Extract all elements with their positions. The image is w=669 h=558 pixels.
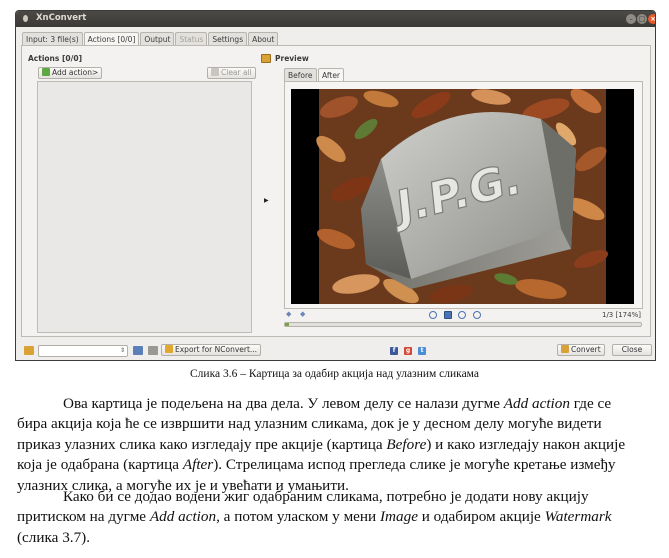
tab-output[interactable]: Output: [140, 32, 175, 46]
text-line: Ова картица је подељена на два дела. У л…: [17, 394, 657, 414]
splitter-arrow-icon[interactable]: ▶: [264, 197, 269, 204]
text-line: притиском на дугме Add action, а потом у…: [17, 507, 657, 527]
delete-preset-icon[interactable]: [148, 346, 158, 355]
clear-all-label: Clear all: [221, 68, 252, 77]
title-bar: XnConvert – □ ×: [16, 11, 655, 27]
fit-icon[interactable]: [444, 311, 452, 319]
window-menu-icon[interactable]: [23, 15, 28, 22]
text-run: , а потом уласком у мени: [216, 508, 380, 526]
figure-caption: Слика 3.6 – Картица за одабир акција над…: [190, 368, 479, 380]
text-run: ) и како изгледају након акције: [426, 435, 626, 453]
xnconvert-window: XnConvert – □ × Input: 3 file(s) Actions…: [15, 10, 656, 361]
preview-progress-bar: [284, 322, 642, 327]
text-run: и одабиром акције: [417, 508, 545, 526]
tab-before[interactable]: Before: [284, 68, 317, 81]
clear-icon: [211, 68, 219, 76]
text-run: бира акција која ће се извршити над улаз…: [17, 415, 602, 433]
export-label: Export for NConvert...: [175, 345, 258, 354]
add-action-button[interactable]: Add action>: [38, 67, 103, 79]
text-line: Како би се додао водени жиг одабраним сл…: [17, 487, 657, 507]
convert-icon: [561, 345, 569, 353]
preset-icon[interactable]: [24, 346, 34, 355]
italic-term: After: [182, 456, 214, 474]
google-plus-icon[interactable]: g: [404, 347, 412, 355]
text-run: Како би се додао водени жиг одабраним сл…: [63, 488, 589, 505]
preview-title: Preview: [275, 54, 309, 63]
export-icon: [165, 345, 173, 353]
text-run: приказ улазних слика како изгледају пре …: [17, 435, 387, 453]
text-line: која је одабрана (картица After). Стрели…: [17, 455, 657, 475]
add-action-label: Add action>: [52, 68, 99, 77]
paragraph-1: Ова картица је подељена на два дела. У л…: [17, 394, 657, 496]
minimize-button[interactable]: –: [626, 14, 636, 24]
zoom-icon[interactable]: [458, 311, 466, 319]
tab-about[interactable]: About: [248, 32, 279, 46]
twitter-icon[interactable]: t: [418, 347, 426, 355]
close-button[interactable]: Close: [612, 344, 652, 356]
text-run: где се: [569, 395, 612, 412]
preview-icon: [261, 54, 271, 63]
italic-term: Before: [386, 435, 427, 453]
text-run: која је одабрана (картица: [17, 456, 183, 474]
text-run: Ова картица је подељена на два дела. У л…: [63, 395, 504, 412]
tab-status[interactable]: Status: [175, 32, 208, 46]
zoom-out-icon[interactable]: [473, 311, 481, 319]
tab-settings[interactable]: Settings: [208, 32, 248, 46]
italic-term: Image: [379, 508, 418, 526]
facebook-icon[interactable]: f: [390, 347, 398, 355]
tab-input[interactable]: Input: 3 file(s): [22, 32, 83, 46]
convert-button[interactable]: Convert: [557, 344, 605, 356]
text-line: бира акција која ће се извршити над улаз…: [17, 414, 657, 434]
text-run: притиском на дугме: [17, 508, 150, 526]
italic-term: Add action: [149, 508, 217, 526]
window-title: XnConvert: [36, 13, 87, 23]
italic-term: Watermark: [544, 508, 612, 526]
main-tabs: Input: 3 file(s) Actions [0/0] Output St…: [22, 32, 279, 47]
add-icon: [42, 68, 50, 76]
maximize-button[interactable]: □: [637, 14, 647, 24]
next-icon[interactable]: ◆: [300, 311, 308, 318]
clear-all-button[interactable]: Clear all: [207, 67, 256, 79]
zoom-in-icon[interactable]: [429, 311, 437, 319]
text-run: ). Стрелицама испод прегледа слике је мо…: [213, 456, 616, 474]
prev-icon[interactable]: ◆: [286, 311, 294, 318]
save-preset-icon[interactable]: [133, 346, 143, 355]
text-run: (слика 3.7).: [17, 528, 91, 546]
spin-arrows-icon: ⇕: [119, 347, 125, 354]
text-line: (слика 3.7).: [17, 528, 657, 548]
italic-term: Add action: [503, 395, 570, 412]
paragraph-2: Како би се додао водени жиг одабраним сл…: [17, 487, 657, 548]
tab-after[interactable]: After: [318, 68, 345, 82]
convert-label: Convert: [571, 345, 601, 354]
progress-fill: [285, 323, 289, 326]
export-nconvert-button[interactable]: Export for NConvert...: [161, 344, 262, 356]
preset-combo[interactable]: ⇕: [38, 345, 128, 357]
preview-image[interactable]: J.P.G.: [291, 89, 634, 304]
actions-title: Actions [0/0]: [28, 54, 83, 63]
close-window-button[interactable]: ×: [648, 14, 655, 24]
actions-list[interactable]: [37, 81, 252, 333]
zoom-info: 1/3 [174%]: [602, 311, 641, 319]
text-line: приказ улазних слика како изгледају пре …: [17, 435, 657, 455]
bottom-bar: ⇕ Export for NConvert... f g t Convert C…: [16, 340, 655, 360]
preview-image-art: J.P.G.: [291, 89, 634, 304]
